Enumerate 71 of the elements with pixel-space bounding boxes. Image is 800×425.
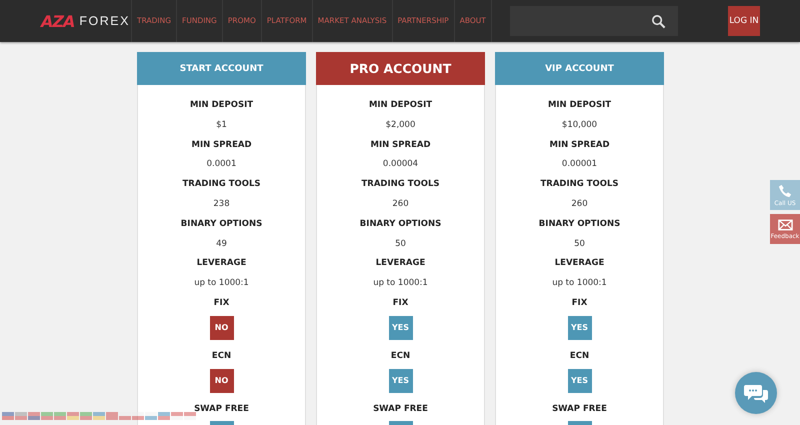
feature-value: 0.00001: [562, 158, 598, 172]
feature-label: MIN SPREAD: [549, 138, 610, 152]
feature-label: BINARY OPTIONS: [360, 218, 442, 231]
login-button[interactable]: LOG IN: [728, 6, 760, 36]
chat-bubbles-icon: [743, 382, 769, 404]
feature-label: MIN DEPOSIT: [548, 99, 612, 112]
logo-mark[interactable]: AZA: [41, 12, 74, 30]
phone-icon: [778, 184, 792, 198]
feature-label: SWAP FREE: [552, 402, 607, 416]
feature-label: MIN DEPOSIT: [190, 99, 254, 112]
feature-label: LEVERAGE: [376, 257, 426, 270]
language-flag-icon[interactable]: [158, 412, 170, 420]
feature-value: 238: [213, 198, 230, 211]
plan-title: START ACCOUNT: [137, 52, 306, 85]
language-flag-icon[interactable]: [80, 412, 92, 420]
feature-label: TRADING TOOLS: [362, 178, 440, 192]
feature-label: LEVERAGE: [554, 257, 604, 270]
language-flag-icon[interactable]: [145, 412, 157, 420]
language-flag-icon[interactable]: [2, 412, 14, 420]
language-flag-icon[interactable]: [93, 412, 105, 420]
feature-value: up to 1000:1: [194, 277, 249, 290]
feature-value: up to 1000:1: [373, 277, 428, 290]
availability-badge: YES: [388, 316, 412, 340]
feature-value: 260: [392, 198, 409, 211]
feature-label: TRADING TOOLS: [540, 178, 618, 192]
feature-value: $2,000: [386, 118, 416, 132]
language-flag-icon[interactable]: [28, 412, 40, 420]
language-flag-icon[interactable]: [171, 412, 183, 420]
feature-label: ECN: [212, 350, 232, 363]
availability-badge: NO: [210, 316, 234, 340]
plan-title: VIP ACCOUNT: [495, 52, 664, 85]
feature-label: TRADING TOOLS: [182, 178, 260, 192]
envelope-icon: [778, 218, 792, 230]
feature-label: MIN SPREAD: [191, 138, 252, 152]
language-flag-icon[interactable]: [67, 412, 79, 420]
feature-value: $1: [216, 118, 227, 132]
feature-value: 0.0001: [206, 158, 236, 172]
feature-label: LEVERAGE: [196, 257, 246, 270]
feature-value: 260: [571, 198, 588, 211]
availability-badge: NO: [210, 368, 234, 393]
language-flag-icon[interactable]: [106, 412, 118, 420]
plan-title: PRO ACCOUNT: [316, 52, 485, 85]
search-field[interactable]: [510, 6, 678, 36]
feature-label: ECN: [570, 350, 590, 363]
feature-value: up to 1000:1: [552, 277, 607, 290]
language-flag-icon[interactable]: [41, 412, 53, 420]
feature-label: FIX: [214, 296, 230, 310]
availability-badge: YES: [568, 316, 592, 340]
feature-label: SWAP FREE: [194, 402, 249, 416]
feature-value: 49: [216, 238, 227, 251]
language-flag-icon[interactable]: [54, 412, 66, 420]
availability-badge: YES: [568, 368, 592, 393]
language-flag-icon[interactable]: [132, 412, 144, 420]
feature-value: $10,000: [562, 118, 598, 132]
search-icon[interactable]: [650, 14, 666, 28]
availability-badge: YES: [388, 368, 412, 393]
feature-label: MIN DEPOSIT: [368, 99, 432, 112]
feature-label: MIN SPREAD: [370, 138, 431, 152]
feature-value: 50: [395, 238, 406, 251]
language-flag-icon[interactable]: [184, 412, 196, 420]
feature-label: BINARY OPTIONS: [538, 218, 620, 231]
feature-value: 0.00004: [382, 158, 418, 172]
feature-label: FIX: [572, 296, 588, 310]
feature-label: SWAP FREE: [373, 402, 428, 416]
feature-label: ECN: [390, 350, 410, 363]
feature-label: BINARY OPTIONS: [180, 218, 262, 231]
language-flag-icon[interactable]: [15, 412, 27, 420]
feature-value: 50: [574, 238, 585, 251]
logo-text[interactable]: FOREX: [79, 14, 130, 28]
feature-label: FIX: [392, 296, 408, 310]
chat-button[interactable]: [735, 372, 777, 414]
